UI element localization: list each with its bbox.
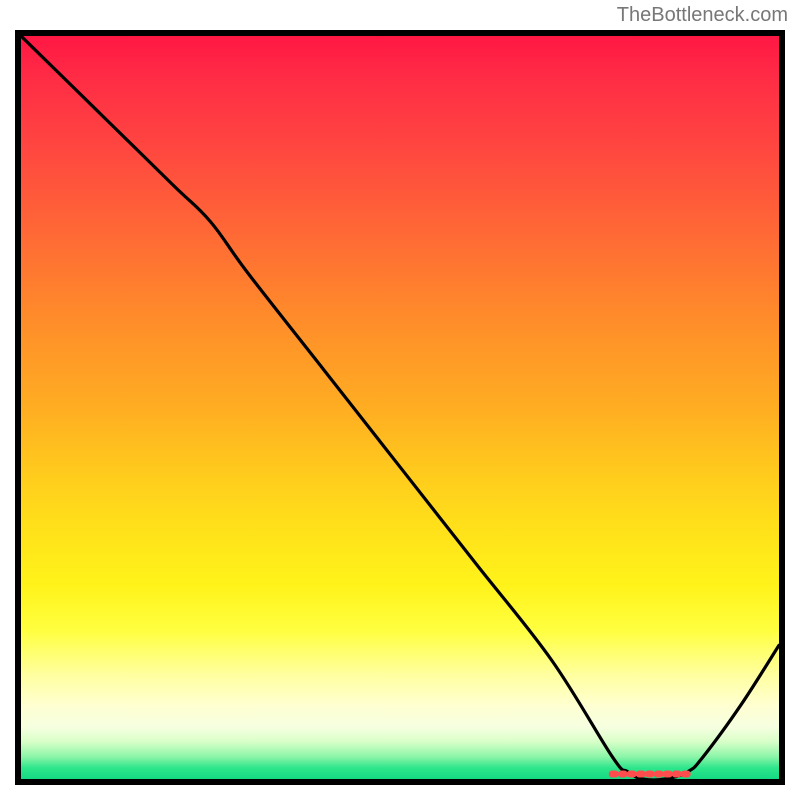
plot-area (15, 30, 785, 785)
chart-container: TheBottleneck.com (0, 0, 800, 800)
attribution-text: TheBottleneck.com (617, 4, 788, 27)
sweet-spot-marker (21, 36, 779, 779)
